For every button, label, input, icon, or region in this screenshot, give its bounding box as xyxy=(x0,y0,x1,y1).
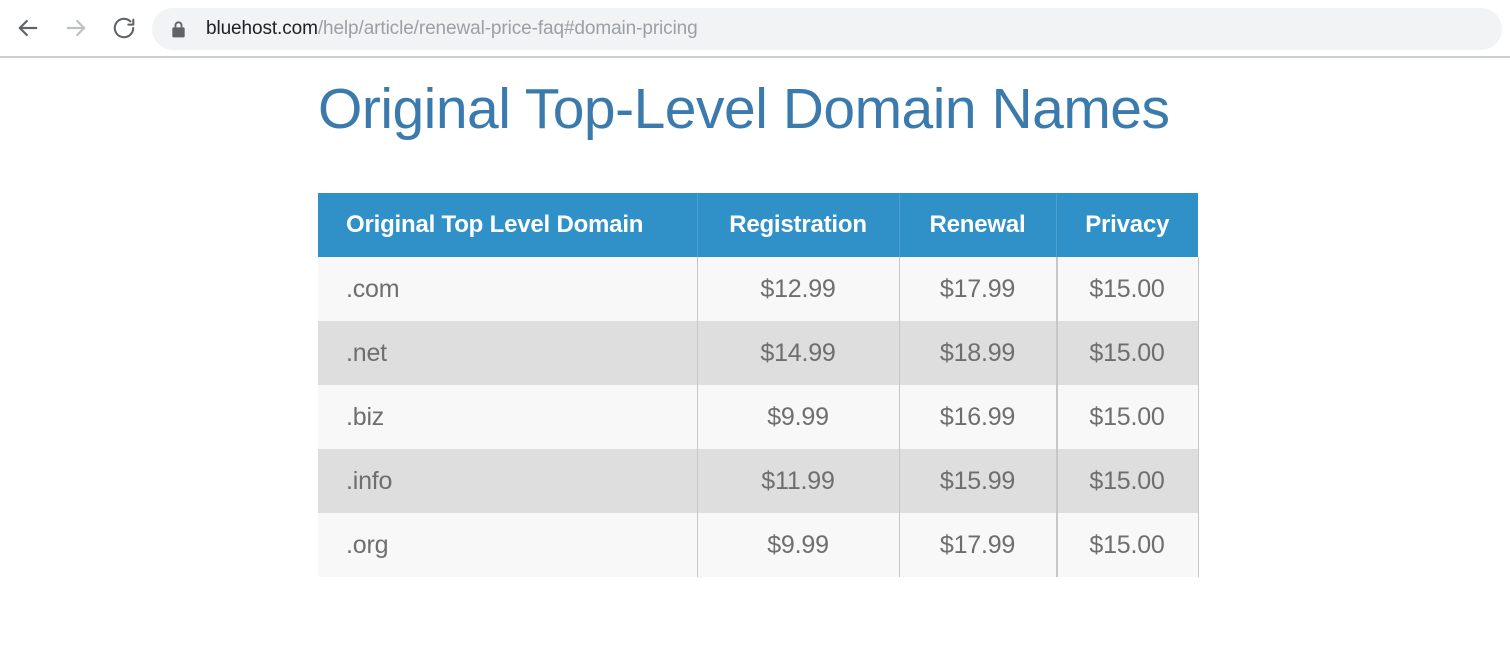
column-header-domain: Original Top Level Domain xyxy=(318,193,698,257)
cell-privacy: $15.00 xyxy=(1056,513,1199,577)
address-bar[interactable]: bluehost.com/help/article/renewal-price-… xyxy=(152,8,1502,50)
column-header-registration: Registration xyxy=(697,193,900,257)
cell-renewal: $17.99 xyxy=(899,257,1057,321)
cell-domain: .info xyxy=(318,449,698,513)
url-text: bluehost.com/help/article/renewal-price-… xyxy=(206,18,698,40)
table-header: Original Top Level Domain Registration R… xyxy=(318,193,1198,257)
cell-registration: $14.99 xyxy=(697,321,900,385)
cell-renewal: $17.99 xyxy=(899,513,1057,577)
url-path: /help/article/renewal-price-faq#domain-p… xyxy=(317,18,698,39)
cell-domain: .org xyxy=(318,513,698,577)
cell-registration: $11.99 xyxy=(697,449,900,513)
column-header-privacy: Privacy xyxy=(1056,193,1198,257)
cell-registration: $12.99 xyxy=(697,257,900,321)
table-row: .net $14.99 $18.99 $15.00 xyxy=(318,321,1199,385)
table-row: .org $9.99 $17.99 $15.00 xyxy=(318,513,1199,577)
back-button[interactable] xyxy=(4,4,52,52)
cell-registration: $9.99 xyxy=(697,385,900,449)
cell-privacy: $15.00 xyxy=(1056,449,1199,513)
cell-privacy: $15.00 xyxy=(1056,385,1199,449)
cell-renewal: $18.99 xyxy=(899,321,1057,385)
reload-icon xyxy=(111,15,137,41)
navigation-buttons xyxy=(0,0,148,56)
forward-button[interactable] xyxy=(52,4,100,52)
url-host: bluehost.com xyxy=(206,18,318,39)
table-row: .info $11.99 $15.99 $15.00 xyxy=(318,449,1199,513)
cell-privacy: $15.00 xyxy=(1056,321,1199,385)
lock-icon xyxy=(170,19,186,39)
cell-domain: .net xyxy=(318,321,698,385)
arrow-right-icon xyxy=(62,14,90,42)
page-title: Original Top-Level Domain Names xyxy=(318,77,1170,141)
cell-privacy: $15.00 xyxy=(1056,257,1199,321)
table-row: .com $12.99 $17.99 $15.00 xyxy=(318,257,1199,321)
column-header-renewal: Renewal xyxy=(899,193,1057,257)
table-body: .com $12.99 $17.99 $15.00 .net $14.99 $1… xyxy=(318,257,1199,577)
page-content: Original Top-Level Domain Names Original… xyxy=(0,58,1510,664)
table-header-row: Original Top Level Domain Registration R… xyxy=(318,193,1198,257)
reload-button[interactable] xyxy=(100,4,148,52)
cell-renewal: $15.99 xyxy=(899,449,1057,513)
cell-domain: .biz xyxy=(318,385,698,449)
browser-toolbar: bluehost.com/help/article/renewal-price-… xyxy=(0,0,1510,58)
cell-domain: .com xyxy=(318,257,698,321)
domain-pricing-table: Original Top Level Domain Registration R… xyxy=(318,193,1199,577)
arrow-left-icon xyxy=(14,14,42,42)
cell-registration: $9.99 xyxy=(697,513,900,577)
table-row: .biz $9.99 $16.99 $15.00 xyxy=(318,385,1199,449)
cell-renewal: $16.99 xyxy=(899,385,1057,449)
